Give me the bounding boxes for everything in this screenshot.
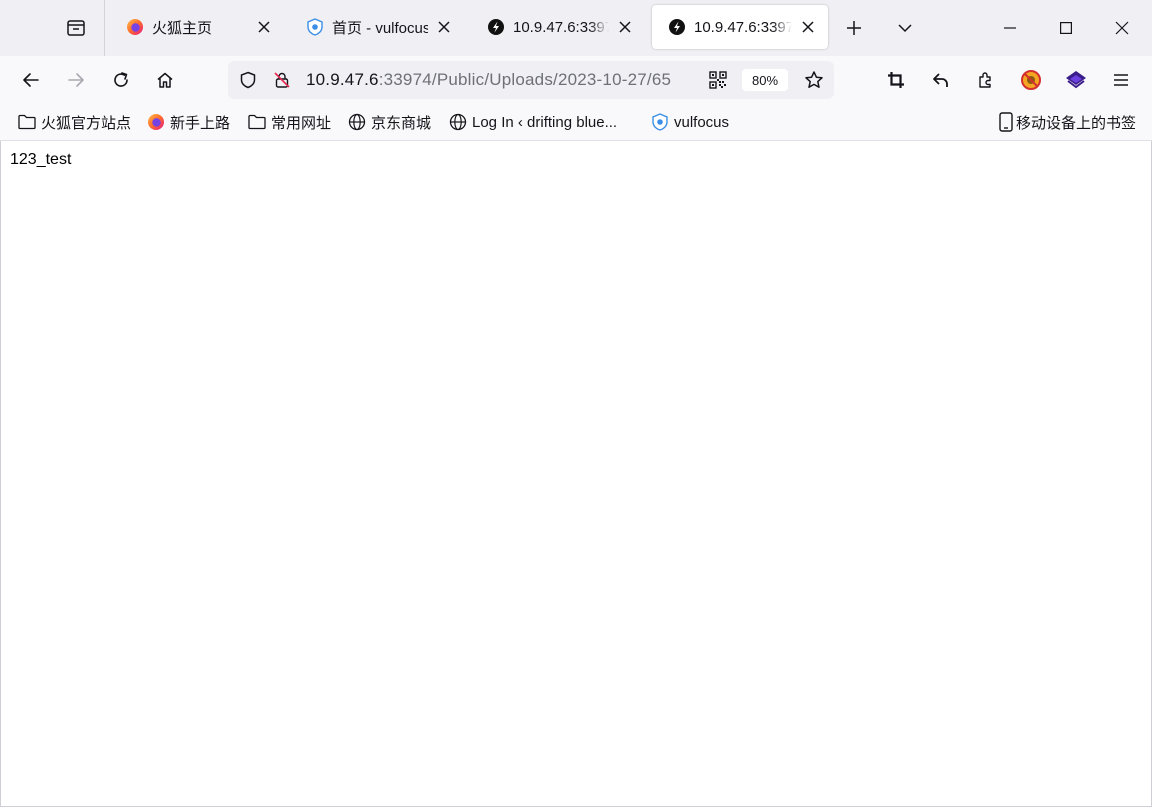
bookmark-label: 新手上路 <box>170 114 231 132</box>
plus-icon <box>847 21 861 35</box>
close-tab-icon[interactable] <box>615 17 635 37</box>
screenshot-crop-button[interactable] <box>878 62 914 98</box>
firefox-icon <box>147 113 165 131</box>
forward-button[interactable] <box>58 62 94 98</box>
page-content: 123_test <box>0 141 1152 807</box>
globe-icon <box>449 113 467 131</box>
crop-icon <box>888 72 904 88</box>
back-button[interactable] <box>13 62 49 98</box>
close-tab-icon[interactable] <box>254 17 274 37</box>
bookmark-star-icon[interactable] <box>804 70 824 90</box>
tab-title: 10.9.47.6:33974 <box>694 18 792 36</box>
list-all-tabs-button[interactable] <box>885 8 925 48</box>
bookmark-label: 京东商城 <box>371 114 432 132</box>
tab-firefox-home[interactable]: 火狐主页 <box>110 5 284 49</box>
close-window-button[interactable] <box>1094 0 1150 56</box>
insecure-lock-icon[interactable] <box>272 70 292 90</box>
vulfocus-shield-icon <box>306 18 324 36</box>
url-path: :33974/Public/Uploads/2023-10-27/65 <box>378 70 672 89</box>
close-tab-icon[interactable] <box>434 17 454 37</box>
bookmark-label: 移动设备上的书签 <box>1016 114 1137 132</box>
close-tab-icon[interactable] <box>798 17 818 37</box>
tab-strip: 火狐主页 首页 - vulfocus 10.9.47.6:33974 <box>0 0 1152 56</box>
extension-layers-button[interactable] <box>1058 62 1094 98</box>
chevron-down-icon <box>898 24 912 33</box>
new-tab-button[interactable] <box>834 8 874 48</box>
bookmark-vulfocus[interactable]: vulfocus <box>651 110 729 134</box>
tab-server-2-active[interactable]: 10.9.47.6:33974 <box>652 5 828 49</box>
url-input[interactable]: 10.9.47.6:33974/Public/Uploads/2023-10-2… <box>306 70 704 92</box>
bookmark-common-sites[interactable]: 常用网址 <box>248 110 331 134</box>
bookmark-label: Log In ‹ drifting blue... <box>472 113 618 131</box>
arrow-left-icon <box>23 73 39 87</box>
bookmark-getting-started[interactable]: 新手上路 <box>147 110 230 134</box>
tab-strip-separator <box>104 0 105 56</box>
qr-code-icon[interactable] <box>708 70 728 90</box>
tab-title: 首页 - vulfocus <box>332 19 428 37</box>
app-menu-button[interactable] <box>1103 62 1139 98</box>
zoom-level-button[interactable]: 80% <box>742 69 788 91</box>
folder-icon <box>248 113 266 131</box>
minimize-icon <box>1004 27 1016 29</box>
extensions-button[interactable] <box>968 62 1004 98</box>
vulfocus-shield-icon <box>651 113 669 131</box>
bookmark-firefox-official-sites[interactable]: 火狐官方站点 <box>18 110 131 134</box>
firefox-icon <box>126 18 144 36</box>
maximize-icon <box>1060 22 1072 34</box>
blocked-extension-icon <box>1021 70 1041 90</box>
thinkphp-icon <box>487 18 505 36</box>
maximize-window-button[interactable] <box>1038 0 1094 56</box>
puzzle-piece-icon <box>979 72 991 88</box>
folder-icon <box>18 113 36 131</box>
tab-vulfocus[interactable]: 首页 - vulfocus <box>290 5 464 49</box>
navigation-toolbar: 10.9.47.6:33974/Public/Uploads/2023-10-2… <box>0 56 1152 104</box>
bookmarks-toolbar: 火狐官方站点 新手上路 常用网址 京东商城 Log In ‹ drifting … <box>0 104 1152 141</box>
reload-icon <box>114 72 128 87</box>
undo-button[interactable] <box>923 62 959 98</box>
close-icon <box>1115 21 1129 35</box>
tracking-protection-shield-icon[interactable] <box>238 70 258 90</box>
firefox-view-icon <box>67 20 85 36</box>
bookmark-jd-mall[interactable]: 京东商城 <box>348 110 431 134</box>
tab-title: 火狐主页 <box>152 19 213 37</box>
extension-blocker-button[interactable] <box>1013 62 1049 98</box>
globe-icon <box>348 113 366 131</box>
hamburger-menu-icon <box>1114 74 1128 86</box>
arrow-right-icon <box>68 73 84 87</box>
bookmark-label: 常用网址 <box>271 114 332 132</box>
home-button[interactable] <box>147 62 183 98</box>
home-icon <box>157 72 173 88</box>
bookmark-drifting-blue-login[interactable]: Log In ‹ drifting blue... <box>449 110 617 134</box>
page-body-text: 123_test <box>10 151 72 168</box>
url-host: 10.9.47.6 <box>306 70 379 89</box>
mobile-bookmarks-folder[interactable]: 移动设备上的书签 <box>997 110 1136 134</box>
reload-button[interactable] <box>103 62 139 98</box>
undo-arrow-icon <box>933 73 948 87</box>
url-bar[interactable]: 10.9.47.6:33974/Public/Uploads/2023-10-2… <box>228 61 834 99</box>
mobile-phone-icon <box>997 112 1015 132</box>
tab-title: 10.9.47.6:33974 <box>513 18 609 36</box>
tab-server-1[interactable]: 10.9.47.6:33974 <box>471 5 645 49</box>
bookmark-label: 火狐官方站点 <box>41 114 132 132</box>
minimize-window-button[interactable] <box>982 0 1038 56</box>
thinkphp-icon <box>668 18 686 36</box>
firefox-view-button[interactable] <box>56 8 96 48</box>
layers-icon <box>1066 71 1086 89</box>
bookmark-label: vulfocus <box>674 113 730 131</box>
